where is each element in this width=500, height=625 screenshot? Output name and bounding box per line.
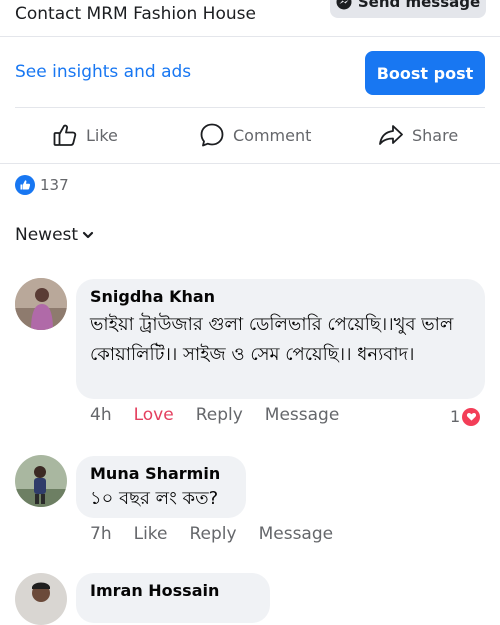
thumbs-up-icon: [15, 175, 35, 195]
comment-time[interactable]: 4h: [90, 405, 112, 425]
boost-post-button[interactable]: Boost post: [365, 51, 485, 95]
avatar[interactable]: [15, 573, 67, 625]
comment-meta: 7h Like Reply Message: [90, 524, 333, 544]
reply-link[interactable]: Reply: [190, 524, 237, 544]
avatar[interactable]: [15, 278, 67, 330]
messenger-icon: [336, 0, 352, 10]
comment-icon: [200, 123, 224, 147]
comment-reaction-count[interactable]: 1: [450, 407, 481, 426]
see-insights-link[interactable]: See insights and ads: [15, 62, 191, 82]
reaction-summary[interactable]: 137: [15, 175, 69, 195]
send-message-label: Send message: [357, 0, 481, 11]
like-reaction-link[interactable]: Like: [134, 524, 168, 544]
divider: [15, 107, 485, 108]
share-icon: [379, 125, 403, 145]
like-label: Like: [86, 125, 118, 145]
comment-action-button[interactable]: Comment: [199, 120, 311, 150]
send-message-button[interactable]: Send message: [330, 0, 486, 18]
like-action-button[interactable]: Like: [52, 120, 118, 150]
comment-text: ১০ বছর লং কত?: [90, 488, 219, 509]
share-label: Share: [412, 125, 459, 145]
comment-time[interactable]: 7h: [90, 524, 112, 544]
chevron-down-icon: [82, 231, 94, 239]
comment-label: Comment: [233, 125, 312, 145]
comment-author[interactable]: Imran Hossain: [90, 581, 256, 601]
reply-link[interactable]: Reply: [196, 405, 243, 425]
heart-icon: [462, 407, 481, 426]
sort-label: Newest: [15, 225, 79, 245]
comment-bubble: Muna Sharmin ১০ বছর লং কত?: [76, 456, 246, 518]
contact-title: Contact MRM Fashion House: [15, 4, 256, 24]
reaction-count: 137: [40, 176, 69, 194]
comment-meta: 4h Love Reply Message: [90, 405, 339, 425]
divider: [0, 36, 500, 37]
share-action-button[interactable]: Share: [378, 120, 458, 150]
comment-author[interactable]: Muna Sharmin: [90, 464, 232, 484]
comment-bubble: Snigdha Khan ভাইয়া ট্রাউজার গুলা ডেলিভা…: [76, 279, 485, 399]
comment-author[interactable]: Snigdha Khan: [90, 287, 471, 307]
love-reaction-link[interactable]: Love: [134, 405, 174, 425]
message-link[interactable]: Message: [265, 405, 340, 425]
avatar[interactable]: [15, 455, 67, 507]
divider: [0, 163, 500, 164]
message-link[interactable]: Message: [259, 524, 334, 544]
comment-sort-dropdown[interactable]: Newest: [15, 225, 94, 245]
thumbs-up-icon: [53, 124, 77, 146]
reaction-count-value: 1: [450, 407, 461, 426]
comment-text: ভাইয়া ট্রাউজার গুলা ডেলিভারি পেয়েছি।।খ…: [90, 314, 454, 365]
comment-bubble: Imran Hossain: [76, 573, 270, 623]
